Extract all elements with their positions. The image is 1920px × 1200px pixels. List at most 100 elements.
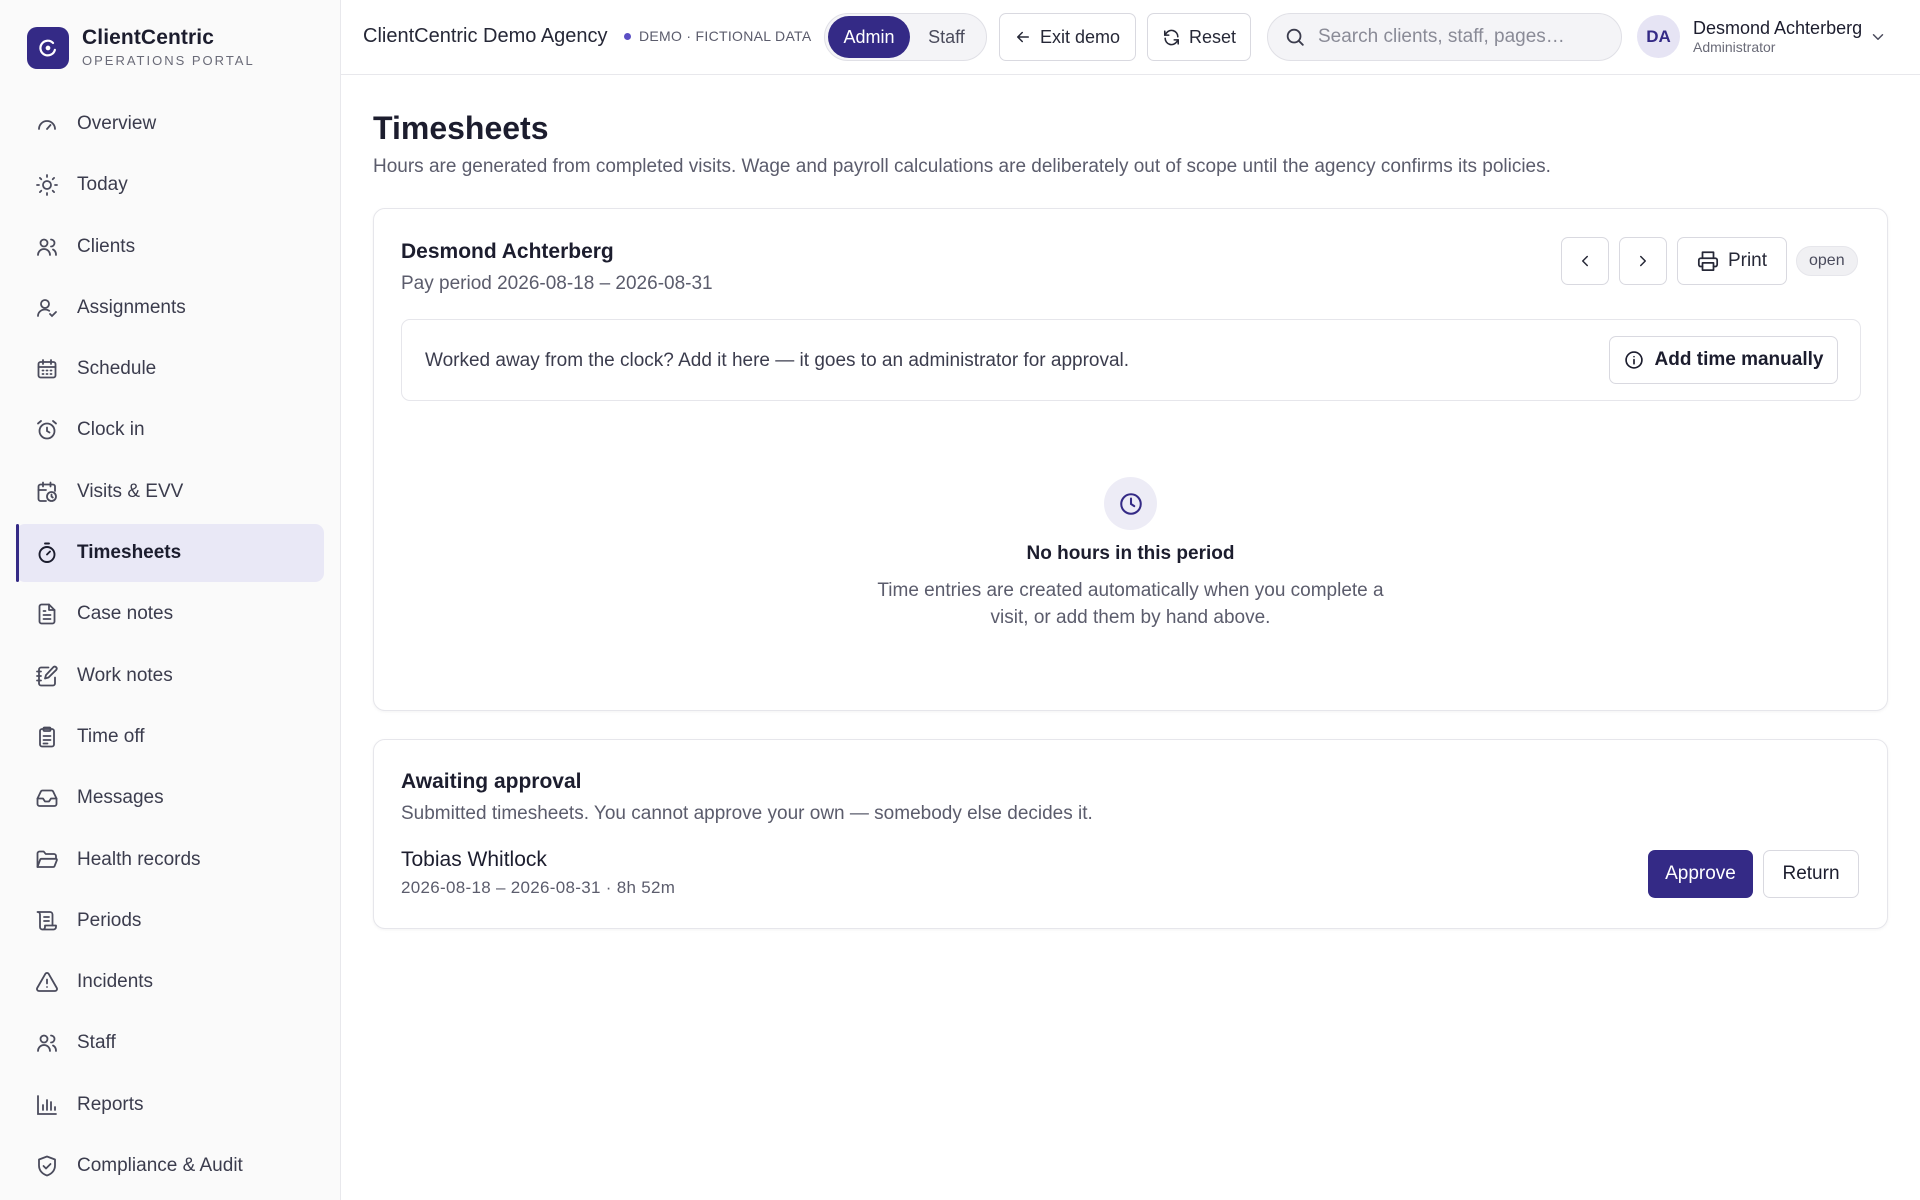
manual-entry-prompt: Worked away from the clock? Add it here … xyxy=(425,350,1130,371)
inbox-icon xyxy=(35,786,59,810)
brand[interactable]: ClientCentric OPERATIONS PORTAL xyxy=(27,26,255,69)
sidebar-item-label: Timesheets xyxy=(77,542,182,564)
sidebar-item-assignments[interactable]: Assignments xyxy=(16,279,324,337)
status-badge: open xyxy=(1796,246,1858,276)
sidebar-item-work-notes[interactable]: Work notes xyxy=(16,647,324,705)
empty-state-description: Time entries are created automatically w… xyxy=(877,580,1384,628)
sidebar-item-label: Time off xyxy=(77,725,145,747)
sidebar-item-periods[interactable]: Periods xyxy=(16,892,324,950)
avatar: DA xyxy=(1637,15,1680,58)
timer-icon xyxy=(35,541,59,565)
sidebar-item-label: Today xyxy=(77,174,128,196)
sidebar-item-label: Incidents xyxy=(77,971,154,993)
sidebar: ClientCentric OPERATIONS PORTAL Overview… xyxy=(0,0,341,1200)
sidebar-item-label: Clients xyxy=(77,235,136,257)
sidebar-item-label: Clock in xyxy=(77,419,145,441)
sidebar-item-schedule[interactable]: Schedule xyxy=(16,340,324,398)
sidebar-item-incidents[interactable]: Incidents xyxy=(16,953,324,1011)
file-text-icon xyxy=(35,602,59,626)
awaiting-approval-description: Submitted timesheets. You cannot approve… xyxy=(401,803,1093,824)
sidebar-item-clock-in[interactable]: Clock in xyxy=(16,401,324,459)
sun-icon xyxy=(35,173,59,197)
info-icon xyxy=(1624,351,1643,369)
sidebar-item-case-notes[interactable]: Case notes xyxy=(16,585,324,643)
user-check-icon xyxy=(35,296,59,320)
sidebar-item-label: Assignments xyxy=(77,296,186,318)
sidebar-item-label: Compliance & Audit xyxy=(77,1155,243,1177)
search-input[interactable] xyxy=(1318,26,1608,48)
user-role: Administrator xyxy=(1693,39,1776,55)
sidebar-item-label: Schedule xyxy=(77,358,157,380)
agency-name: ClientCentric Demo Agency xyxy=(363,25,608,47)
search-icon xyxy=(1286,28,1304,46)
folder-open-icon xyxy=(35,848,59,872)
gauge-icon xyxy=(35,112,59,136)
role-staff-button[interactable]: Staff xyxy=(910,16,983,58)
employee-name: Desmond Achterberg xyxy=(401,240,614,263)
sidebar-item-overview[interactable]: Overview xyxy=(16,95,324,153)
pay-period: Pay period 2026-08-18 – 2026-08-31 xyxy=(401,273,713,294)
timesheet-card: Desmond Achterberg Pay period 2026-08-18… xyxy=(373,208,1888,711)
sidebar-item-time-off[interactable]: Time off xyxy=(16,708,324,766)
awaiting-approval-card: Awaiting approval Submitted timesheets. … xyxy=(373,739,1888,929)
user-menu[interactable]: DA Desmond Achterberg Administrator xyxy=(1637,15,1887,58)
search-box xyxy=(1267,13,1622,61)
sidebar-item-label: Staff xyxy=(77,1032,116,1054)
chevron-left-icon xyxy=(1582,255,1588,267)
bar-chart-icon xyxy=(35,1093,59,1117)
demo-badge-label: DEMO · FICTIONAL DATA xyxy=(639,28,812,44)
notebook-pen-icon xyxy=(35,664,59,688)
brand-name: ClientCentric xyxy=(82,26,214,49)
arrow-left-icon xyxy=(1017,31,1029,43)
users-icon xyxy=(35,235,59,259)
role-toggle: Admin Staff xyxy=(824,13,987,61)
refresh-icon xyxy=(1163,29,1179,45)
add-time-manually-button[interactable]: Add time manually xyxy=(1609,336,1838,384)
chevron-down-icon xyxy=(1872,33,1884,40)
reset-button[interactable]: Reset xyxy=(1147,13,1251,61)
approve-button[interactable]: Approve xyxy=(1648,850,1753,898)
sidebar-item-staff[interactable]: Staff xyxy=(16,1014,324,1072)
demo-badge: DEMO · FICTIONAL DATA xyxy=(624,28,812,44)
sidebar-item-clients[interactable]: Clients xyxy=(16,218,324,276)
sidebar-item-label: Case notes xyxy=(77,603,174,625)
exit-demo-button[interactable]: Exit demo xyxy=(999,13,1136,61)
clock-icon xyxy=(1104,477,1157,530)
sidebar-item-today[interactable]: Today xyxy=(16,156,324,214)
next-period-button[interactable] xyxy=(1619,237,1667,285)
sidebar-item-label: Reports xyxy=(77,1093,144,1115)
submitter-name: Tobias Whitlock xyxy=(401,848,547,871)
print-button[interactable]: Print xyxy=(1677,237,1787,285)
sidebar-item-health-records[interactable]: Health records xyxy=(16,831,324,889)
clipboard-icon xyxy=(35,725,59,749)
brand-subtitle: OPERATIONS PORTAL xyxy=(82,53,255,68)
sidebar-nav: Overview Today Clients Assignments Sched… xyxy=(16,95,324,1198)
user-name: Desmond Achterberg xyxy=(1693,18,1863,38)
empty-state-title: No hours in this period xyxy=(1026,543,1235,564)
submission-meta: 2026-08-18 – 2026-08-31 · 8h 52m xyxy=(401,878,676,897)
awaiting-approval-title: Awaiting approval xyxy=(401,770,582,793)
sidebar-item-label: Health records xyxy=(77,848,201,870)
sidebar-item-messages[interactable]: Messages xyxy=(16,769,324,827)
sidebar-item-reports[interactable]: Reports xyxy=(16,1076,324,1134)
sidebar-item-label: Overview xyxy=(77,113,157,134)
role-admin-button[interactable]: Admin xyxy=(828,16,910,58)
top-bar: ClientCentric Demo Agency DEMO · FICTION… xyxy=(341,0,1920,75)
demo-dot-icon xyxy=(624,32,631,40)
sidebar-item-compliance-audit[interactable]: Compliance & Audit xyxy=(16,1137,324,1195)
sidebar-item-label: Visits & EVV xyxy=(77,480,184,502)
sidebar-item-visits-evv[interactable]: Visits & EVV xyxy=(16,463,324,521)
sidebar-item-label: Work notes xyxy=(77,664,173,686)
scroll-icon xyxy=(35,909,59,933)
alert-triangle-icon xyxy=(35,970,59,994)
alarm-clock-icon xyxy=(35,418,59,442)
print-label: Print xyxy=(1727,250,1768,271)
previous-period-button[interactable] xyxy=(1561,237,1609,285)
return-button[interactable]: Return xyxy=(1763,850,1859,898)
manual-entry-panel: Worked away from the clock? Add it here … xyxy=(401,319,1861,401)
sidebar-item-timesheets[interactable]: Timesheets xyxy=(16,524,324,583)
calendar-clock-icon xyxy=(35,480,59,504)
chevron-right-icon xyxy=(1640,255,1646,267)
empty-state: No hours in this period Time entries are… xyxy=(374,477,1887,631)
sidebar-item-label: Messages xyxy=(77,787,164,809)
